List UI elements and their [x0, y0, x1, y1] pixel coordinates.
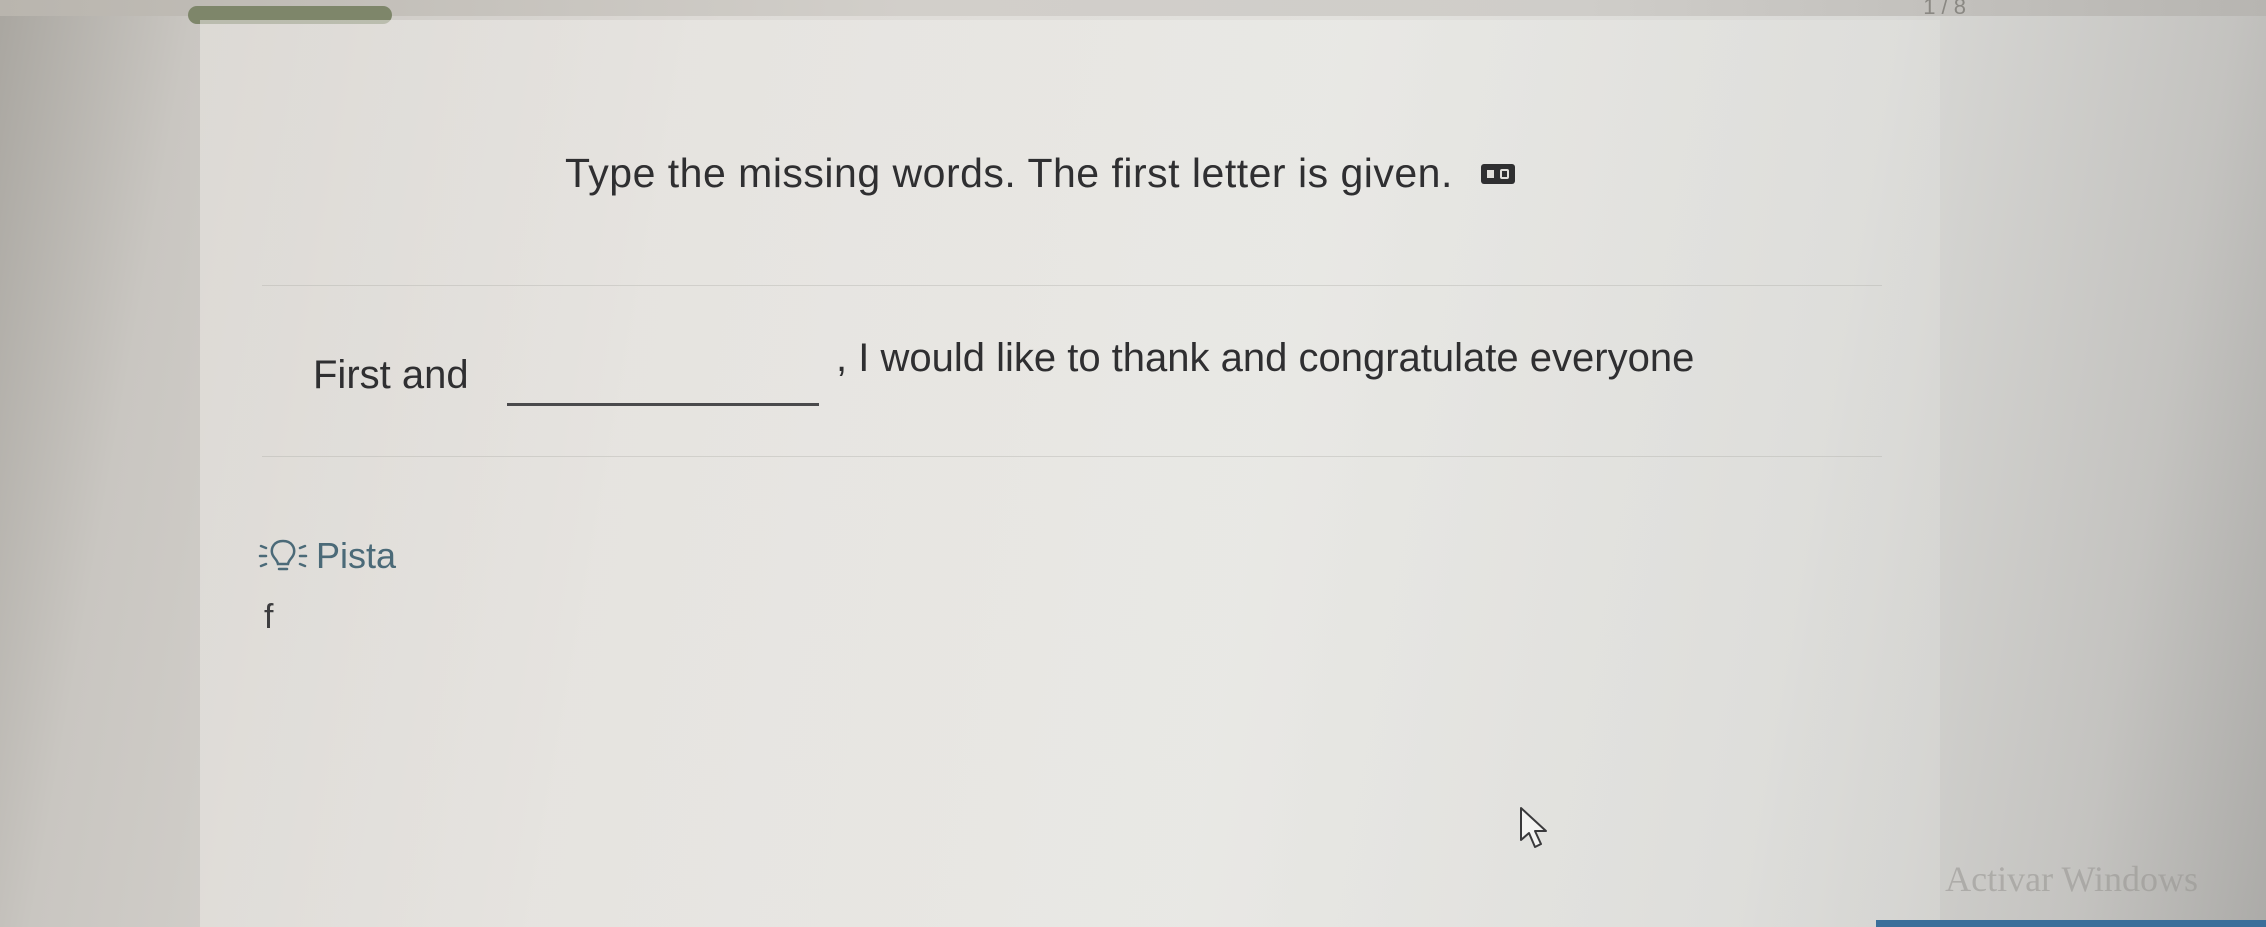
audio-translate-icon[interactable] — [1480, 163, 1515, 184]
sentence-after: , I would like to thank and congratulate… — [836, 336, 1695, 380]
instruction-heading: Type the missing words. The first letter… — [565, 150, 1515, 197]
hint-text: f — [264, 598, 274, 636]
sentence-before: First and — [313, 353, 469, 397]
mouse-pointer-icon — [1520, 807, 1547, 848]
lightbulb-icon — [258, 539, 308, 571]
instruction-text: Type the missing words. The first letter… — [565, 150, 1453, 196]
taskbar-edge — [1876, 920, 2266, 927]
hint-label: Pista — [316, 535, 397, 576]
missing-word-input[interactable] — [507, 340, 819, 406]
windows-activation-watermark: Activar Windows — [1945, 859, 2198, 899]
exercise-counter: 1 / 8 — [1923, 0, 1966, 19]
hint-toggle[interactable]: Pista — [258, 535, 396, 577]
